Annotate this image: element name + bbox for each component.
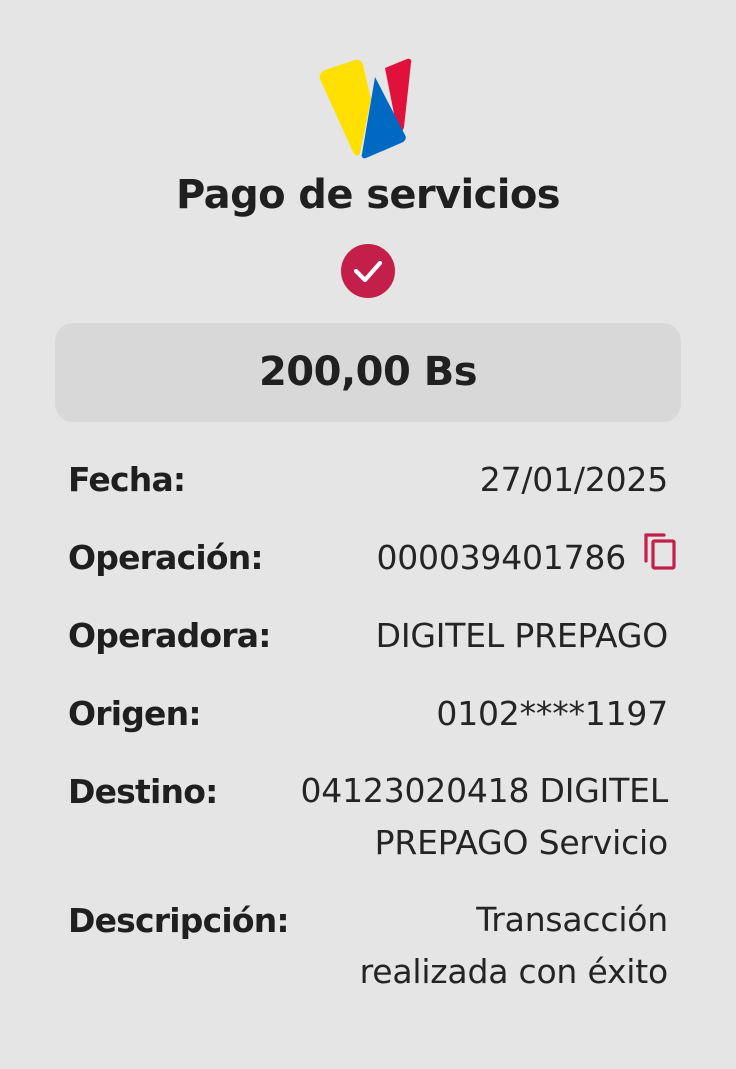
operadora-value: DIGITEL PREPAGO (375, 616, 669, 655)
descripcion-value: Transacción realizada con éxito (359, 894, 669, 998)
destino-value-line-1: 04123020418 DIGITEL (300, 771, 669, 810)
operacion-value: 000039401786 (376, 538, 626, 577)
destino-label: Destino: (68, 772, 218, 811)
destino-value-line-2: PREPAGO Servicio (374, 823, 669, 862)
descripcion-label: Descripción: (68, 901, 290, 940)
descripcion-value-line-1: Transacción (476, 900, 668, 939)
page-title: Pago de servicios (176, 172, 561, 218)
amount-panel: 200,00 Bs (55, 323, 681, 422)
amount-value: 200,00 Bs (258, 349, 478, 395)
descripcion-value-line-2: realizada con éxito (359, 952, 669, 991)
fecha-label: Fecha: (68, 460, 186, 499)
copy-icon[interactable] (642, 530, 678, 572)
bank-logo-icon (319, 58, 412, 159)
success-check-icon (341, 244, 395, 298)
operacion-label: Operación: (68, 538, 264, 577)
destino-value: 04123020418 DIGITEL PREPAGO Servicio (300, 765, 669, 869)
origen-value: 0102****1197 (436, 694, 668, 733)
fecha-value: 27/01/2025 (479, 460, 668, 499)
checkmark-icon (353, 260, 383, 283)
operadora-label: Operadora: (68, 616, 271, 655)
logo-yellow-shape-icon (319, 59, 371, 156)
origen-label: Origen: (68, 694, 202, 733)
